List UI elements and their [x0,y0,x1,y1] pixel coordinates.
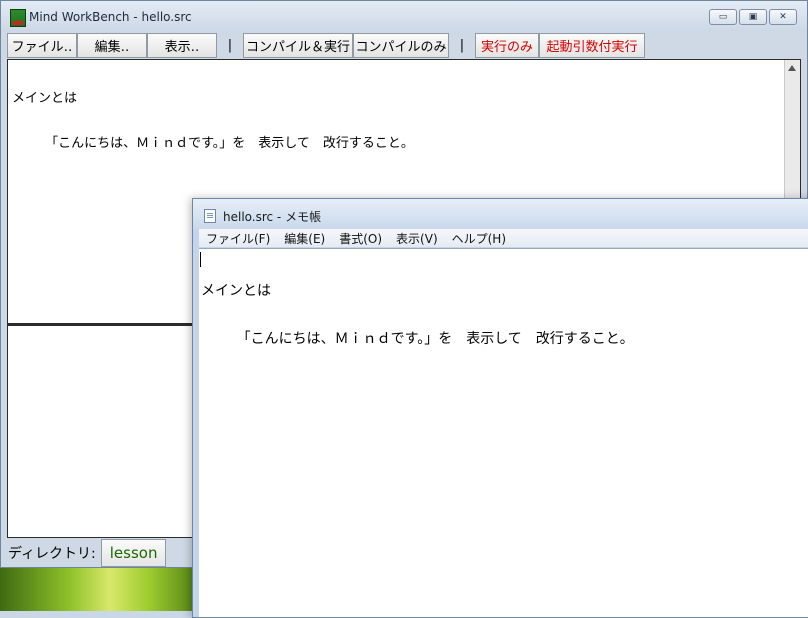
edit-menu-button[interactable]: 編集‥ [77,32,147,58]
run-only-button[interactable]: 実行のみ [475,32,539,58]
notepad-window: hello.src - メモ帳 ファイル(F) 編集(E) 書式(O) 表示(V… [192,198,808,618]
compile-only-button[interactable]: コンパイルのみ [353,32,449,58]
workbench-titlebar[interactable]: Mind WorkBench - hello.src ▭ ▣ ✕ [1,1,807,31]
desktop-background [0,566,200,611]
close-button[interactable]: ✕ [769,9,797,25]
toolbar-separator: | [459,37,465,53]
source-line: メインとは [12,91,78,106]
menu-view[interactable]: 表示(V) [389,230,445,247]
notepad-line: メインとは [201,283,271,299]
directory-label: ディレクトリ: [8,546,96,562]
menu-file[interactable]: ファイル(F) [199,230,277,247]
minimize-button[interactable]: ▭ [709,9,737,25]
view-menu-button[interactable]: 表示‥ [147,32,217,58]
menu-format[interactable]: 書式(O) [332,230,389,247]
notepad-icon [204,209,216,223]
notepad-titlebar[interactable]: hello.src - メモ帳 [193,199,808,229]
window-controls: ▭ ▣ ✕ [709,9,797,25]
menu-edit[interactable]: 編集(E) [277,230,332,247]
workbench-title: Mind WorkBench - hello.src [29,10,192,24]
file-menu-button[interactable]: ファイル‥ [7,32,77,58]
toolbar-separator: | [227,37,233,53]
directory-row: ディレクトリ: lesson [8,538,167,568]
menu-help[interactable]: ヘルプ(H) [445,230,513,247]
compile-and-run-button[interactable]: コンパイル＆実行 [243,32,353,58]
scroll-up-icon[interactable] [788,65,796,71]
directory-button[interactable]: lesson [100,539,167,567]
notepad-line: 「こんにちは、Ｍｉｎｄです。」を 表示して 改行すること。 [201,331,634,347]
notepad-text-area[interactable]: メインとは 「こんにちは、Ｍｉｎｄです。」を 表示して 改行すること。 [199,248,808,617]
notepad-title: hello.src - メモ帳 [223,210,322,224]
source-line: 「こんにちは、Ｍｉｎｄです。」を 表示して 改行すること。 [12,136,414,151]
notepad-text: メインとは 「こんにちは、Ｍｉｎｄです。」を 表示して 改行すること。 [201,251,634,379]
source-text: メインとは 「こんにちは、Ｍｉｎｄです。」を 表示して 改行すること。 [12,61,414,181]
workbench-toolbar: ファイル‥ 編集‥ 表示‥ | コンパイル＆実行 コンパイルのみ | 実行のみ … [7,32,645,58]
maximize-button[interactable]: ▣ [739,9,767,25]
run-with-args-button[interactable]: 起動引数付実行 [539,32,645,58]
notepad-menubar: ファイル(F) 編集(E) 書式(O) 表示(V) ヘルプ(H) [199,229,808,247]
mind-app-icon [10,9,26,27]
